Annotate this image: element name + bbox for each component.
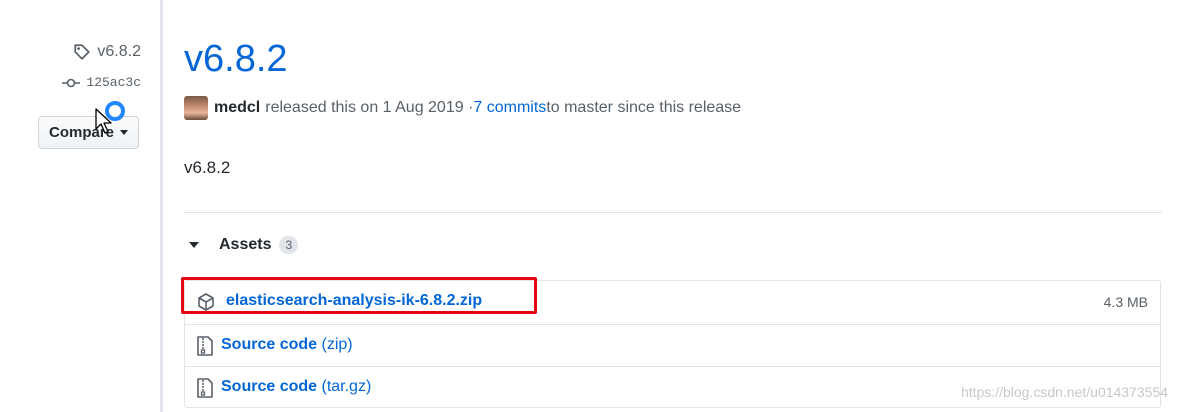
mouse-cursor-icon bbox=[95, 108, 112, 134]
release-title[interactable]: v6.8.2 bbox=[184, 38, 288, 81]
release-body: v6.8.2 bbox=[184, 158, 231, 177]
compare-button[interactable]: Compare bbox=[38, 116, 139, 149]
tag-label: v6.8.2 bbox=[97, 43, 141, 60]
commits-link[interactable]: 7 commits bbox=[473, 99, 546, 117]
file-zip-icon bbox=[197, 336, 213, 356]
commit-hash: 125ac3c bbox=[86, 75, 141, 90]
source-code-format: (tar.gz) bbox=[321, 378, 372, 395]
release-main: v6.8.2 medcl released this on 1 Aug 2019… bbox=[184, 0, 1164, 412]
assets-label: Assets bbox=[219, 236, 272, 253]
commit-icon bbox=[62, 78, 81, 87]
asset-row: Source code (zip) bbox=[185, 324, 1160, 366]
assets-toggle[interactable]: Assets 3 bbox=[184, 236, 299, 254]
watermark: https://blog.csdn.net/u014373554 bbox=[960, 384, 1168, 400]
asset-size: 4.3 MB bbox=[1103, 294, 1148, 310]
source-code-targz-link[interactable]: Source code (tar.gz) bbox=[221, 378, 371, 396]
commits-suffix: to master since this release bbox=[546, 99, 742, 116]
author-link[interactable]: medcl bbox=[214, 99, 260, 117]
triangle-down-icon bbox=[189, 242, 199, 248]
source-code-label: Source code bbox=[221, 378, 318, 395]
highlight-annotation-box bbox=[181, 277, 537, 314]
commit-row[interactable]: 125ac3c bbox=[62, 75, 141, 90]
chevron-down-icon bbox=[120, 130, 129, 135]
source-code-format: (zip) bbox=[321, 336, 353, 353]
avatar[interactable] bbox=[184, 96, 208, 120]
release-sidebar: v6.8.2 125ac3c Compare bbox=[0, 0, 160, 412]
released-text: released this on 1 Aug 2019 · bbox=[265, 99, 474, 116]
tag-icon bbox=[74, 44, 91, 60]
file-zip-icon bbox=[197, 378, 213, 398]
source-code-label: Source code bbox=[221, 336, 318, 353]
release-byline: medcl released this on 1 Aug 2019 · 7 co… bbox=[184, 96, 741, 120]
section-divider bbox=[184, 212, 1162, 213]
sidebar-divider bbox=[160, 0, 163, 412]
assets-count-badge: 3 bbox=[279, 236, 299, 254]
tag-row[interactable]: v6.8.2 bbox=[73, 43, 141, 61]
source-code-zip-link[interactable]: Source code (zip) bbox=[221, 336, 353, 354]
